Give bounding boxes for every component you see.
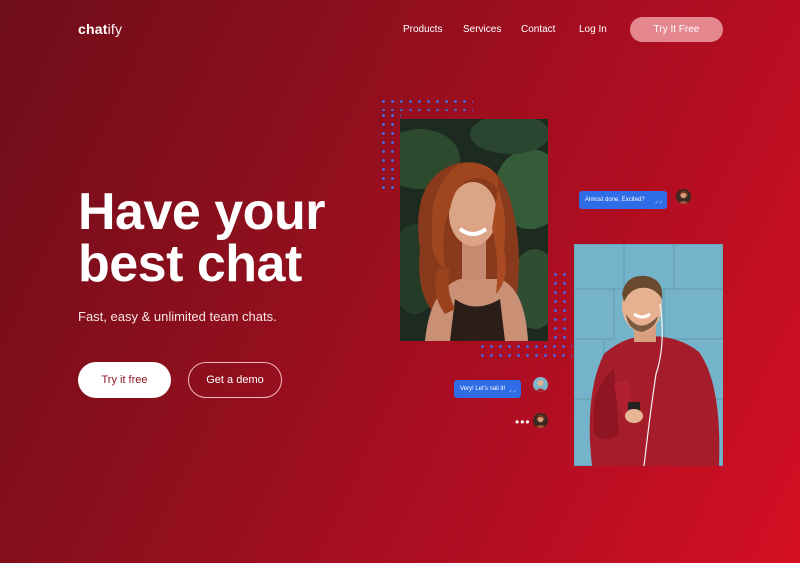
- avatar-woman: [676, 189, 691, 204]
- chat-bubble-bottom: Very! Let's nail it! ✓✓: [454, 380, 521, 398]
- man-photo: [574, 244, 723, 466]
- chat-bubble-bottom-text: Very! Let's nail it!: [460, 386, 506, 392]
- chat-bubble-top: Almost done. Excited? ✓✓: [579, 191, 667, 209]
- logo-text-bold: chat: [78, 21, 108, 37]
- avatar-man: [533, 377, 548, 392]
- logo[interactable]: chatify: [78, 21, 122, 37]
- nav-products-link[interactable]: Products: [403, 24, 442, 35]
- nav-services-link[interactable]: Services: [463, 24, 501, 35]
- avatar-woman-typing: [533, 413, 548, 428]
- get-a-demo-button[interactable]: Get a demo: [188, 362, 282, 398]
- read-check-icon: ✓✓: [654, 200, 663, 206]
- nav-contact-link[interactable]: Contact: [521, 24, 555, 35]
- dot-grid-left: [379, 111, 401, 189]
- headline-line-1: Have your: [78, 183, 325, 241]
- woman-photo: [400, 119, 548, 341]
- hero-subline: Fast, easy & unlimited team chats.: [78, 309, 277, 324]
- try-it-free-button[interactable]: Try it free: [78, 362, 171, 398]
- read-check-icon: ✓✓: [508, 389, 517, 395]
- chat-bubble-top-text: Almost done. Excited?: [585, 197, 645, 203]
- hero-headline: Have your best chat: [78, 186, 378, 290]
- nav-login-link[interactable]: Log In: [579, 24, 607, 35]
- try-it-free-nav-button[interactable]: Try It Free: [630, 17, 723, 42]
- dot-grid-top: [379, 97, 473, 111]
- dot-grid-right: [551, 270, 571, 342]
- typing-indicator: •••: [515, 415, 531, 429]
- headline-line-2: best chat: [78, 235, 302, 293]
- logo-text-light: ify: [107, 21, 123, 37]
- dot-grid-bottom: [478, 342, 572, 360]
